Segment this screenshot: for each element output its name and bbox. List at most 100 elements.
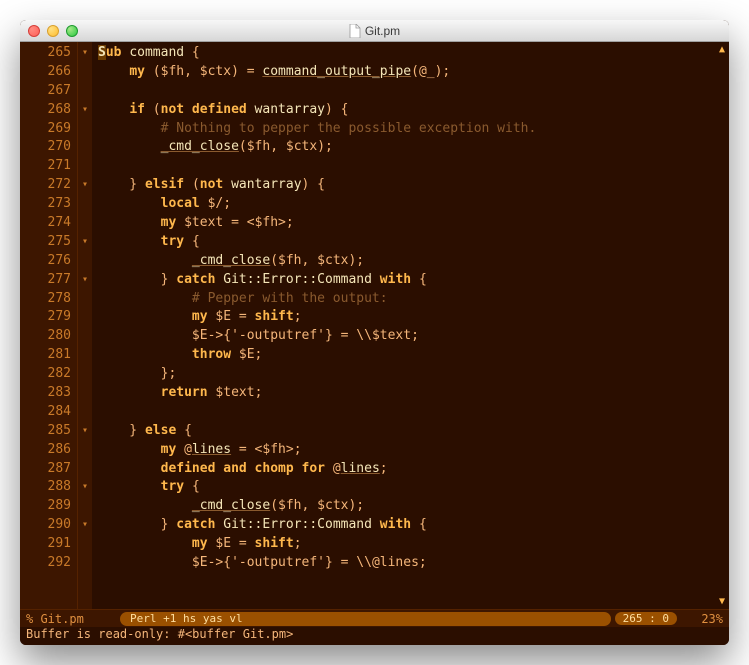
fold-marker-empty bbox=[78, 403, 92, 422]
code-line[interactable]: my ($fh, $ctx) = command_output_pipe(@_)… bbox=[98, 63, 715, 82]
code-line[interactable]: } elsif (not wantarray) { bbox=[98, 176, 715, 195]
fold-marker-icon[interactable]: ▾ bbox=[78, 44, 92, 63]
fold-marker-empty bbox=[78, 308, 92, 327]
fold-marker-empty bbox=[78, 252, 92, 271]
code-content[interactable]: Sub command { my ($fh, $ctx) = command_o… bbox=[92, 42, 715, 609]
fold-marker-empty bbox=[78, 138, 92, 157]
modeline-position: 265 : 0 bbox=[615, 612, 677, 625]
fold-marker-empty bbox=[78, 365, 92, 384]
fold-column[interactable]: ▾ ▾ ▾ ▾ ▾ ▾ ▾ ▾ bbox=[78, 42, 92, 609]
line-number: 291 bbox=[20, 535, 77, 554]
fold-marker-empty bbox=[78, 460, 92, 479]
line-number: 273 bbox=[20, 195, 77, 214]
line-number: 285 bbox=[20, 422, 77, 441]
code-line[interactable]: } catch Git::Error::Command with { bbox=[98, 271, 715, 290]
code-line[interactable] bbox=[98, 403, 715, 422]
code-line[interactable]: throw $E; bbox=[98, 346, 715, 365]
code-line[interactable] bbox=[98, 82, 715, 101]
code-line[interactable]: Sub command { bbox=[98, 44, 715, 63]
fold-marker-empty bbox=[78, 535, 92, 554]
fold-marker-icon[interactable]: ▾ bbox=[78, 176, 92, 195]
line-number: 274 bbox=[20, 214, 77, 233]
fold-marker-icon[interactable]: ▾ bbox=[78, 233, 92, 252]
line-number: 275 bbox=[20, 233, 77, 252]
modeline-percent: 23% bbox=[683, 612, 723, 626]
modeline-file: % Git.pm bbox=[26, 612, 116, 626]
fold-marker-empty bbox=[78, 195, 92, 214]
line-number: 282 bbox=[20, 365, 77, 384]
code-line[interactable]: _cmd_close($fh, $ctx); bbox=[98, 252, 715, 271]
code-line[interactable]: } else { bbox=[98, 422, 715, 441]
titlebar[interactable]: Git.pm bbox=[20, 20, 729, 42]
fold-marker-empty bbox=[78, 554, 92, 573]
line-number: 278 bbox=[20, 290, 77, 309]
window-title: Git.pm bbox=[20, 24, 729, 38]
line-number: 268 bbox=[20, 101, 77, 120]
line-number: 292 bbox=[20, 554, 77, 573]
fold-marker-empty bbox=[78, 497, 92, 516]
close-button[interactable] bbox=[28, 25, 40, 37]
line-number: 284 bbox=[20, 403, 77, 422]
code-line[interactable]: my $E = shift; bbox=[98, 308, 715, 327]
window-title-text: Git.pm bbox=[365, 24, 400, 38]
fold-marker-icon[interactable]: ▾ bbox=[78, 516, 92, 535]
code-line[interactable] bbox=[98, 157, 715, 176]
code-line[interactable]: $E->{'-outputref'} = \\$text; bbox=[98, 327, 715, 346]
minibuffer-text: Buffer is read-only: #<buffer Git.pm> bbox=[26, 627, 293, 641]
scroll-down-icon[interactable]: ▼ bbox=[719, 594, 725, 609]
fold-marker-empty bbox=[78, 384, 92, 403]
code-line[interactable]: }; bbox=[98, 365, 715, 384]
code-line[interactable]: # Pepper with the output: bbox=[98, 290, 715, 309]
code-line[interactable]: local $/; bbox=[98, 195, 715, 214]
line-number: 276 bbox=[20, 252, 77, 271]
line-number: 267 bbox=[20, 82, 77, 101]
line-number-gutter: 2652662672682692702712722732742752762772… bbox=[20, 42, 78, 609]
line-number: 277 bbox=[20, 271, 77, 290]
line-number: 270 bbox=[20, 138, 77, 157]
code-line[interactable]: defined and chomp for @lines; bbox=[98, 460, 715, 479]
line-number: 280 bbox=[20, 327, 77, 346]
line-number: 286 bbox=[20, 441, 77, 460]
code-line[interactable]: try { bbox=[98, 478, 715, 497]
line-number: 266 bbox=[20, 63, 77, 82]
modeline-mode-text: Perl +1 hs yas vl bbox=[130, 612, 243, 625]
code-line[interactable]: my @lines = <$fh>; bbox=[98, 441, 715, 460]
fold-marker-empty bbox=[78, 82, 92, 101]
scrollbar[interactable]: ▲ ▼ bbox=[715, 42, 729, 609]
fold-marker-icon[interactable]: ▾ bbox=[78, 101, 92, 120]
fold-marker-icon[interactable]: ▾ bbox=[78, 422, 92, 441]
fold-marker-empty bbox=[78, 290, 92, 309]
code-line[interactable]: try { bbox=[98, 233, 715, 252]
code-line[interactable]: # Nothing to pepper the possible excepti… bbox=[98, 120, 715, 139]
code-line[interactable]: } catch Git::Error::Command with { bbox=[98, 516, 715, 535]
traffic-lights bbox=[28, 25, 78, 37]
minibuffer: Buffer is read-only: #<buffer Git.pm> bbox=[20, 627, 729, 645]
code-line[interactable]: _cmd_close($fh, $ctx); bbox=[98, 497, 715, 516]
code-line[interactable]: return $text; bbox=[98, 384, 715, 403]
line-number: 288 bbox=[20, 478, 77, 497]
line-number: 279 bbox=[20, 308, 77, 327]
fold-marker-icon[interactable]: ▾ bbox=[78, 271, 92, 290]
minimize-button[interactable] bbox=[47, 25, 59, 37]
line-number: 283 bbox=[20, 384, 77, 403]
line-number: 287 bbox=[20, 460, 77, 479]
code-line[interactable]: $E->{'-outputref'} = \\@lines; bbox=[98, 554, 715, 573]
code-line[interactable]: _cmd_close($fh, $ctx); bbox=[98, 138, 715, 157]
code-line[interactable]: my $text = <$fh>; bbox=[98, 214, 715, 233]
fold-marker-empty bbox=[78, 327, 92, 346]
scroll-up-icon[interactable]: ▲ bbox=[719, 42, 725, 57]
line-number: 269 bbox=[20, 120, 77, 139]
zoom-button[interactable] bbox=[66, 25, 78, 37]
code-line[interactable]: my $E = shift; bbox=[98, 535, 715, 554]
modeline: % Git.pm Perl +1 hs yas vl 265 : 0 23% bbox=[20, 609, 729, 627]
fold-marker-icon[interactable]: ▾ bbox=[78, 478, 92, 497]
line-number: 290 bbox=[20, 516, 77, 535]
editor-area[interactable]: 2652662672682692702712722732742752762772… bbox=[20, 42, 729, 609]
fold-marker-empty bbox=[78, 346, 92, 365]
file-icon bbox=[349, 24, 361, 38]
fold-marker-empty bbox=[78, 441, 92, 460]
editor-window: Git.pm 265266267268269270271272273274275… bbox=[20, 20, 729, 645]
code-line[interactable]: if (not defined wantarray) { bbox=[98, 101, 715, 120]
line-number: 281 bbox=[20, 346, 77, 365]
fold-marker-empty bbox=[78, 63, 92, 82]
